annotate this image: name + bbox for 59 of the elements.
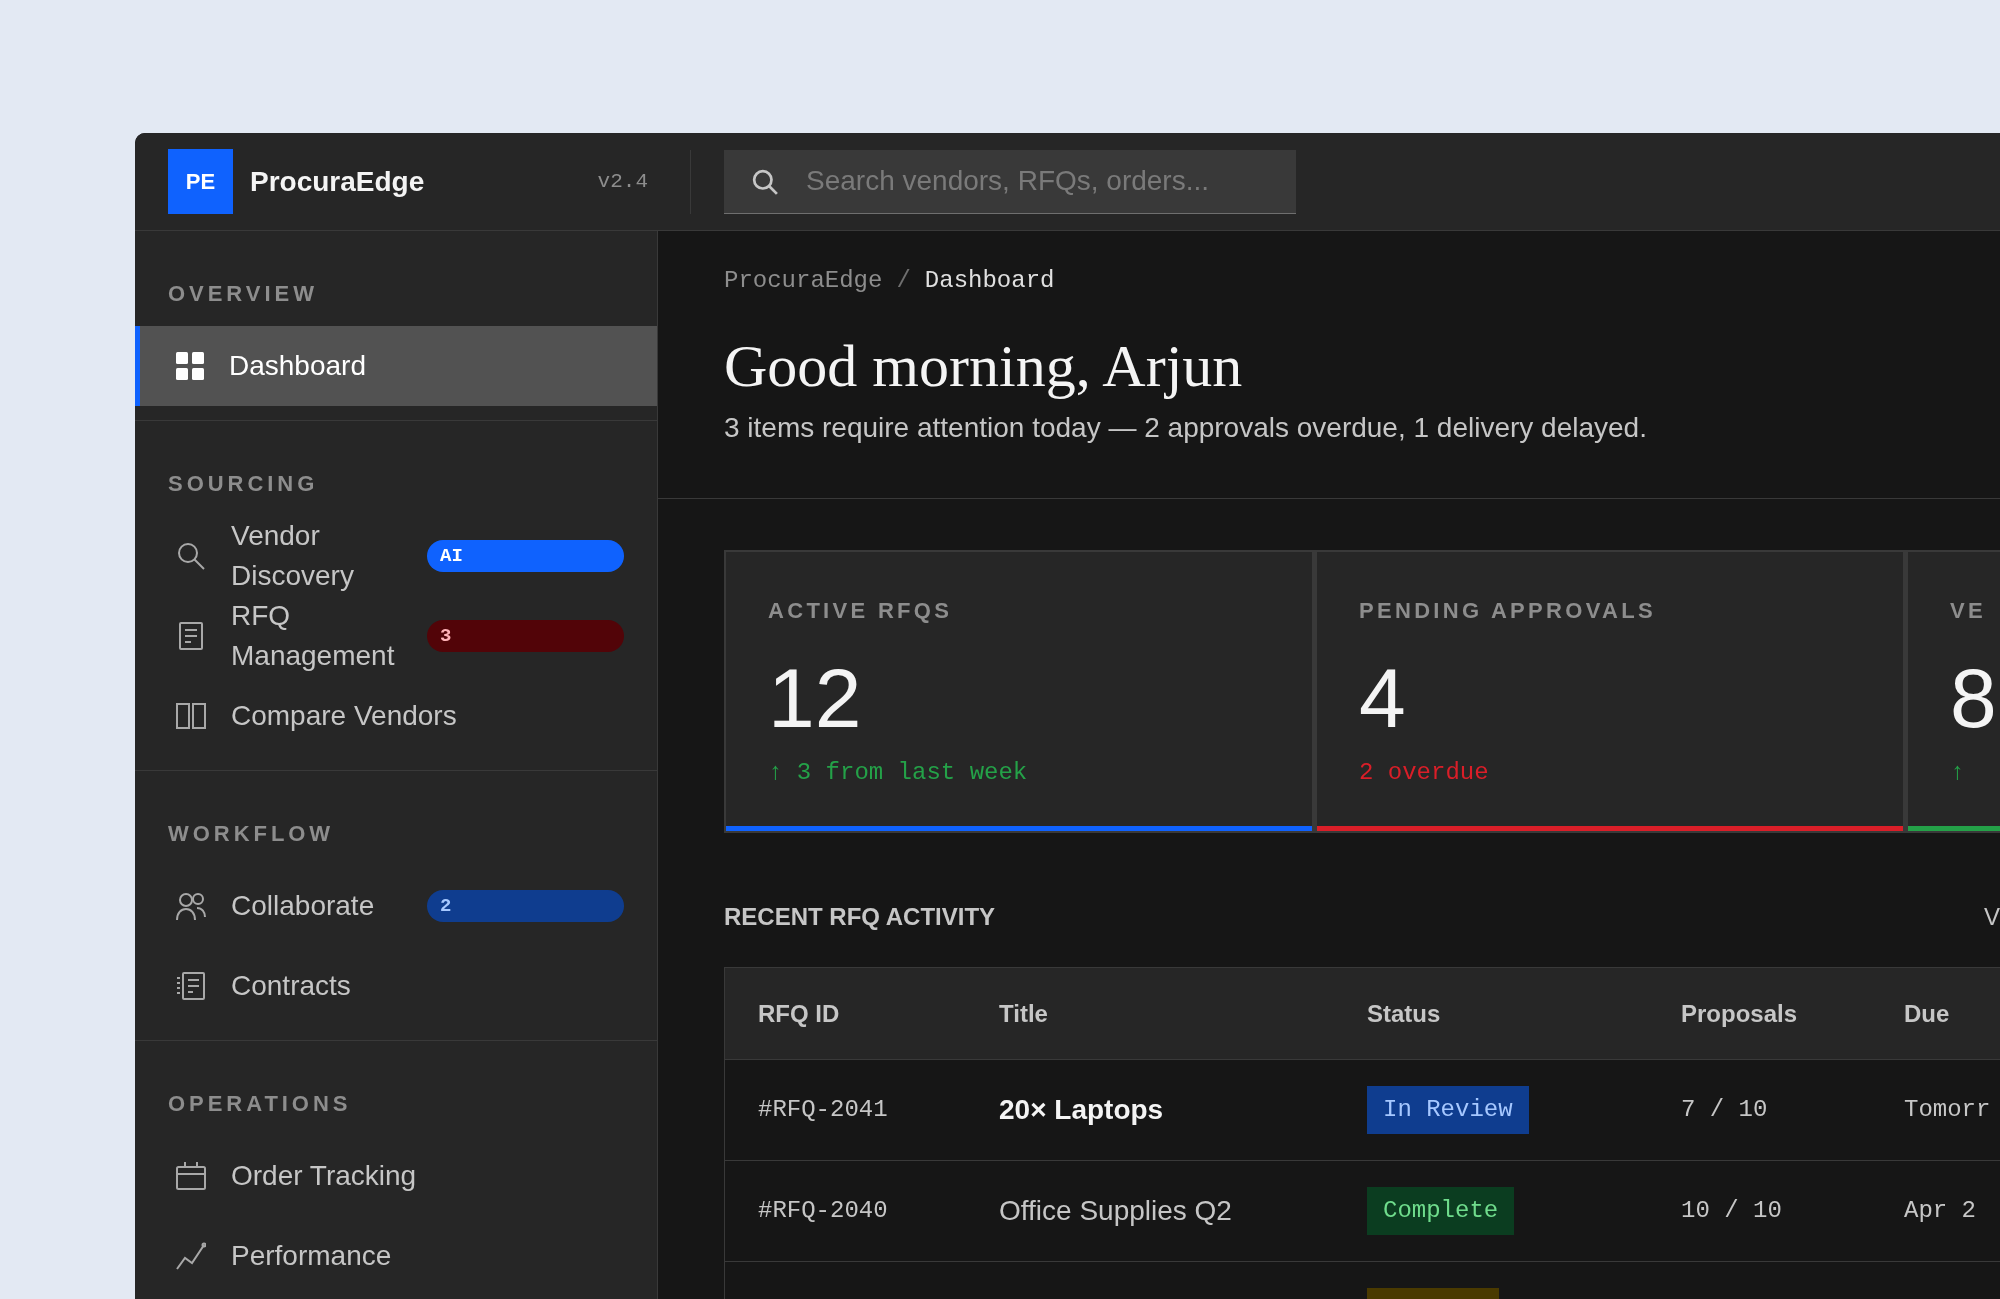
breadcrumb-link[interactable]: ProcuraEdge xyxy=(724,263,883,299)
stat-value: 12 xyxy=(768,654,863,742)
logo-mark: PE xyxy=(168,149,233,214)
sidebar-item[interactable]: Order Tracking xyxy=(135,1136,657,1216)
section-heading: WORKFLOW xyxy=(168,820,336,848)
table-cell: 20× Laptops xyxy=(999,1094,1164,1125)
sidebar-item[interactable]: Compare Vendors xyxy=(135,676,657,756)
count-badge: AI xyxy=(427,540,624,572)
section-title: RECENT RFQ ACTIVITY xyxy=(724,902,996,932)
column-header: RFQ ID xyxy=(757,998,841,1029)
section-heading: OPERATIONS xyxy=(168,1090,353,1118)
count-badge: 3 xyxy=(427,620,624,652)
grid-icon xyxy=(176,352,204,380)
status-badge: Complete xyxy=(1367,1187,1515,1235)
greeting-heading: Good morning, Arjun xyxy=(724,334,1244,398)
sidebar-item[interactable]: Performance xyxy=(135,1216,657,1296)
stat-delta: ↑ 3 from last week xyxy=(768,758,1029,788)
attention-summary: 3 items require attention today — 2 approvals overdue, 1 delivery delayed. xyxy=(724,411,1648,445)
section-heading: OVERVIEW xyxy=(168,280,319,308)
table-cell: Office Supplies Q2 xyxy=(999,1195,1232,1226)
version-label: v2.4 xyxy=(597,168,648,195)
stat-value: 4 xyxy=(1359,654,1407,742)
columns-icon xyxy=(176,701,206,731)
stat-label: VE xyxy=(1950,597,1987,625)
breadcrumb-separator: / xyxy=(896,266,911,296)
document-icon xyxy=(176,621,206,651)
table-cell: 10 / 10 xyxy=(1681,1197,1782,1224)
table-cell: #RFQ-2041 xyxy=(758,1096,888,1123)
stat-value: 8 xyxy=(1950,654,1998,742)
count-badge: 2 xyxy=(427,890,624,922)
stat-delta: ↑ xyxy=(1950,758,1966,788)
sidebar-item[interactable]: Contracts xyxy=(135,946,657,1026)
table-cell: Apr 2 xyxy=(1904,1197,1976,1224)
sidebar-item[interactable]: RFQ Management 3 xyxy=(135,596,657,676)
app-name: ProcuraEdge xyxy=(250,164,425,199)
stat-delta: 2 overdue xyxy=(1359,758,1490,788)
view-link[interactable]: V xyxy=(1984,899,2000,935)
chart-line-icon xyxy=(176,1241,206,1271)
document-list-icon xyxy=(176,971,206,1001)
sidebar-item[interactable]: Vendor Discovery AI xyxy=(135,516,657,596)
sidebar-item[interactable]: Dashboard xyxy=(135,326,657,406)
sidebar-item[interactable]: Collaborate 2 xyxy=(135,866,657,946)
column-header: Title xyxy=(998,998,1049,1029)
people-icon xyxy=(176,891,206,921)
column-header: Status xyxy=(1366,998,1442,1029)
table-cell: 7 / 10 xyxy=(1681,1096,1768,1123)
section-heading: SOURCING xyxy=(168,470,320,498)
breadcrumb-current: Dashboard xyxy=(924,266,1055,296)
column-header: Proposals xyxy=(1680,998,1799,1029)
search-field[interactable]: Search vendors, RFQs, orders... xyxy=(724,149,1296,214)
table-cell: Tomorr xyxy=(1904,1096,1991,1123)
status-badge: In Review xyxy=(1367,1086,1529,1134)
table-cell: #RFQ-2040 xyxy=(758,1197,888,1224)
stat-label: ACTIVE RFQS xyxy=(768,597,954,625)
search-icon xyxy=(176,541,206,571)
search-icon xyxy=(752,168,778,195)
stat-label: PENDING APPROVALS xyxy=(1359,597,1657,625)
calendar-icon xyxy=(176,1161,206,1191)
column-header: Due xyxy=(1903,998,1951,1029)
